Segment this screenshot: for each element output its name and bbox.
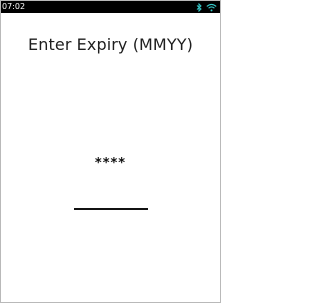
expiry-input-underline [74, 208, 148, 210]
status-bar: 07:02 [1, 1, 220, 13]
payment-terminal-screen: 07:02 Enter Expiry (MMYY) **** [0, 0, 221, 303]
status-icons [196, 1, 217, 13]
expiry-prompt-title: Enter Expiry (MMYY) [28, 35, 193, 54]
wifi-icon [206, 3, 217, 12]
status-time: 07:02 [2, 2, 26, 11]
bluetooth-icon [196, 2, 202, 12]
expiry-input-value[interactable]: **** [1, 156, 220, 171]
